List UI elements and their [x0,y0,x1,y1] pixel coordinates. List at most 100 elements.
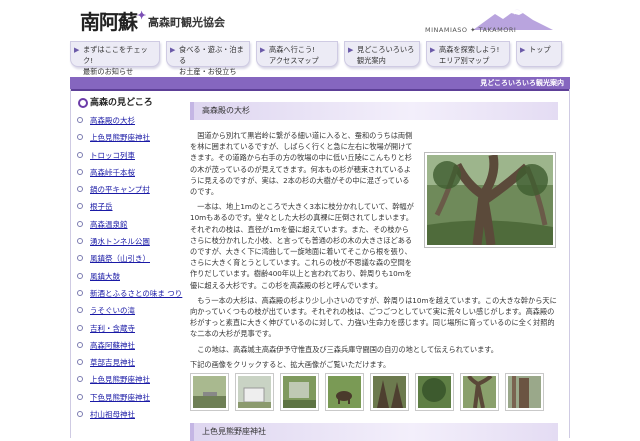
site-header: 南阿蘇✦ 高森町観光協会 ✦ MINAMIASO ✦ TAKAMORI [0,0,640,40]
sidebar-item-label: 吉利・含蔵寺 [90,323,135,333]
sidebar-item[interactable]: トロッコ列車 [76,151,184,161]
sidebar-item-label: 鍋の平キャンプ村 [90,185,150,195]
circle-icon [77,220,83,227]
nav-label: 高森へ行こう! [269,45,316,54]
sidebar-item-label: 根子岳 [90,202,113,212]
circle-icon [77,272,83,279]
sidebar-item[interactable]: 根子岳 [76,202,184,212]
sidebar-item-label: 高森阿蘇神社 [90,340,135,350]
sidebar-item-label: 風鎮大鼓 [90,271,120,281]
main-content: 高森殿の大杉 国道から別れて黒岩岭に繋がる細い道に入ると、蚕和のうちは両側を林に… [190,102,558,374]
global-nav: ▶ まずはここをチェック! 最新のお知らせ ▶ 食べる・遊ぶ・泊まる お土産・お… [70,41,570,76]
circle-icon [77,289,83,296]
thumbnail-image [193,376,226,408]
thumbnail[interactable] [280,373,319,411]
sidebar: 高森の見どころ 高森殿の大杉 上色見熊野座神社 トロッコ列車 高森峠千本桜 鍋の… [76,96,184,427]
sidebar-item[interactable]: 草部吉見神社 [76,358,184,368]
nav-label: まずはここをチェック! [83,45,148,65]
thumbnail[interactable] [505,373,544,411]
thumbnail[interactable] [235,373,274,411]
thumbnail[interactable] [415,373,454,411]
arrow-icon: ▶ [170,46,176,54]
sidebar-item-label: 湧水トンネル公園 [90,237,150,247]
sidebar-item-label: 新酒とふるさとの味ま つり [90,288,183,298]
sidebar-item[interactable]: 下色見熊野座神社 [76,393,184,403]
thumbnail-image [508,376,541,408]
sidebar-item-label: 村山祖母神社 [90,410,135,420]
sidebar-item-label: 上色見熊野座神社 [90,375,150,385]
sidebar-item[interactable]: 風鎮祭（山引き） [76,254,184,264]
nav-eat-play-stay[interactable]: ▶ 食べる・遊ぶ・泊まる お土産・お役立ち [166,41,250,76]
circle-icon [77,203,83,210]
thumbnail[interactable] [460,373,499,411]
sidebar-item-label: 高森温泉館 [90,219,128,229]
nav-label: トップ [529,45,551,54]
sidebar-item-label: うそぐいの滝 [90,306,135,316]
arrow-icon: ▶ [260,46,266,54]
sidebar-item[interactable]: 鍋の平キャンプ村 [76,185,184,195]
circle-icon [77,134,83,141]
next-section-title: 上色見熊野座神社 [190,423,558,441]
sidebar-item-label: 上色見熊野座神社 [90,133,150,143]
nav-sublabel: エリア別マップ [439,56,490,65]
sidebar-item-label: 下色見熊野座神社 [90,392,150,402]
sidebar-item[interactable]: 高森殿の大杉 [76,116,184,126]
nav-label: 食べる・遊ぶ・泊まる [179,45,244,65]
thumbnail[interactable] [370,373,409,411]
nav-top[interactable]: ▶ トップ [516,41,562,67]
nav-sightseeing[interactable]: ▶ 見どころいろいろ 観光案内 [344,41,420,67]
tree-image [427,155,553,245]
sidebar-title: 高森の見どころ [76,96,184,110]
arrow-icon: ▶ [520,46,526,54]
paragraph: この地は、高森城主高森伊予守惟直及び三森兵庫守闘国の自刃の地として伝えられていま… [197,344,498,354]
sidebar-item[interactable]: 吉利・含蔵寺 [76,324,184,334]
brand-text: MINAMIASO ✦ TAKAMORI [425,26,517,34]
svg-text:✦: ✦ [511,8,518,17]
nav-news[interactable]: ▶ まずはここをチェック! 最新のお知らせ [70,41,160,76]
paragraph: 国道から別れて黒岩岭に繋がる細い道に入ると、蚕和のうちは両側を林に囲まれているで… [190,131,413,197]
circle-bullet-icon [78,98,88,108]
site-logo[interactable]: 南阿蘇✦ [80,6,146,35]
paragraph: 一本は、地上1mのところで大きく3本に枝分かれしていて、幹幅が10mもあるのです… [190,202,414,290]
thumbnail-gallery [190,373,558,413]
circle-icon [77,151,83,158]
thumbnail[interactable] [190,373,229,411]
thumbnail-image [238,376,271,408]
sidebar-item[interactable]: 高森阿蘇神社 [76,341,184,351]
arrow-icon: ▶ [430,46,436,54]
thumbnail-image [373,376,406,408]
band-label: 見どころいろいろ観光案内 [480,79,564,87]
sidebar-item[interactable]: 新酒とふるさとの味ま つり [76,289,184,299]
sidebar-title-text: 高森の見どころ [90,98,153,108]
nav-area-map[interactable]: ▶ 高森を探索しよう! エリア別マップ [426,41,510,67]
cedar-photo[interactable] [424,152,556,248]
brand-mark: ✦ MINAMIASO ✦ TAKAMORI [425,6,565,36]
nav-access-map[interactable]: ▶ 高森へ行こう! アクセスマップ [256,41,338,67]
association-name: 高森町観光協会 [148,16,225,29]
circle-icon [77,376,83,383]
sidebar-item[interactable]: うそぐいの滝 [76,306,184,316]
circle-icon [77,117,83,123]
sidebar-item[interactable]: 上色見熊野座神社 [76,375,184,385]
sidebar-item[interactable]: 風鎮大鼓 [76,272,184,282]
circle-icon [77,255,83,262]
sidebar-item[interactable]: 上色見熊野座神社 [76,133,184,143]
sidebar-item[interactable]: 村山祖母神社 [76,410,184,420]
circle-icon [77,341,83,348]
article-body: 国道から別れて黒岩岭に繋がる細い道に入ると、蚕和のうちは両側を林に囲まれているで… [190,130,558,370]
section-title: 高森殿の大杉 [190,102,558,120]
circle-icon [77,324,83,331]
circle-icon [77,168,83,175]
nav-sublabel: 最新のお知らせ [83,67,134,76]
sidebar-item[interactable]: 高森温泉館 [76,220,184,230]
nav-sublabel: アクセスマップ [269,56,319,65]
sidebar-list: 高森殿の大杉 上色見熊野座神社 トロッコ列車 高森峠千本桜 鍋の平キャンプ村 根… [76,116,184,420]
thumbnail-image [283,376,316,408]
sidebar-item[interactable]: 湧水トンネル公園 [76,237,184,247]
circle-icon [77,307,83,314]
sidebar-item[interactable]: 高森峠千本桜 [76,168,184,178]
nav-label: 見どころいろいろ [357,45,415,54]
star-icon: ✦ [137,9,146,22]
thumbnail[interactable] [325,373,364,411]
circle-icon [77,359,83,366]
